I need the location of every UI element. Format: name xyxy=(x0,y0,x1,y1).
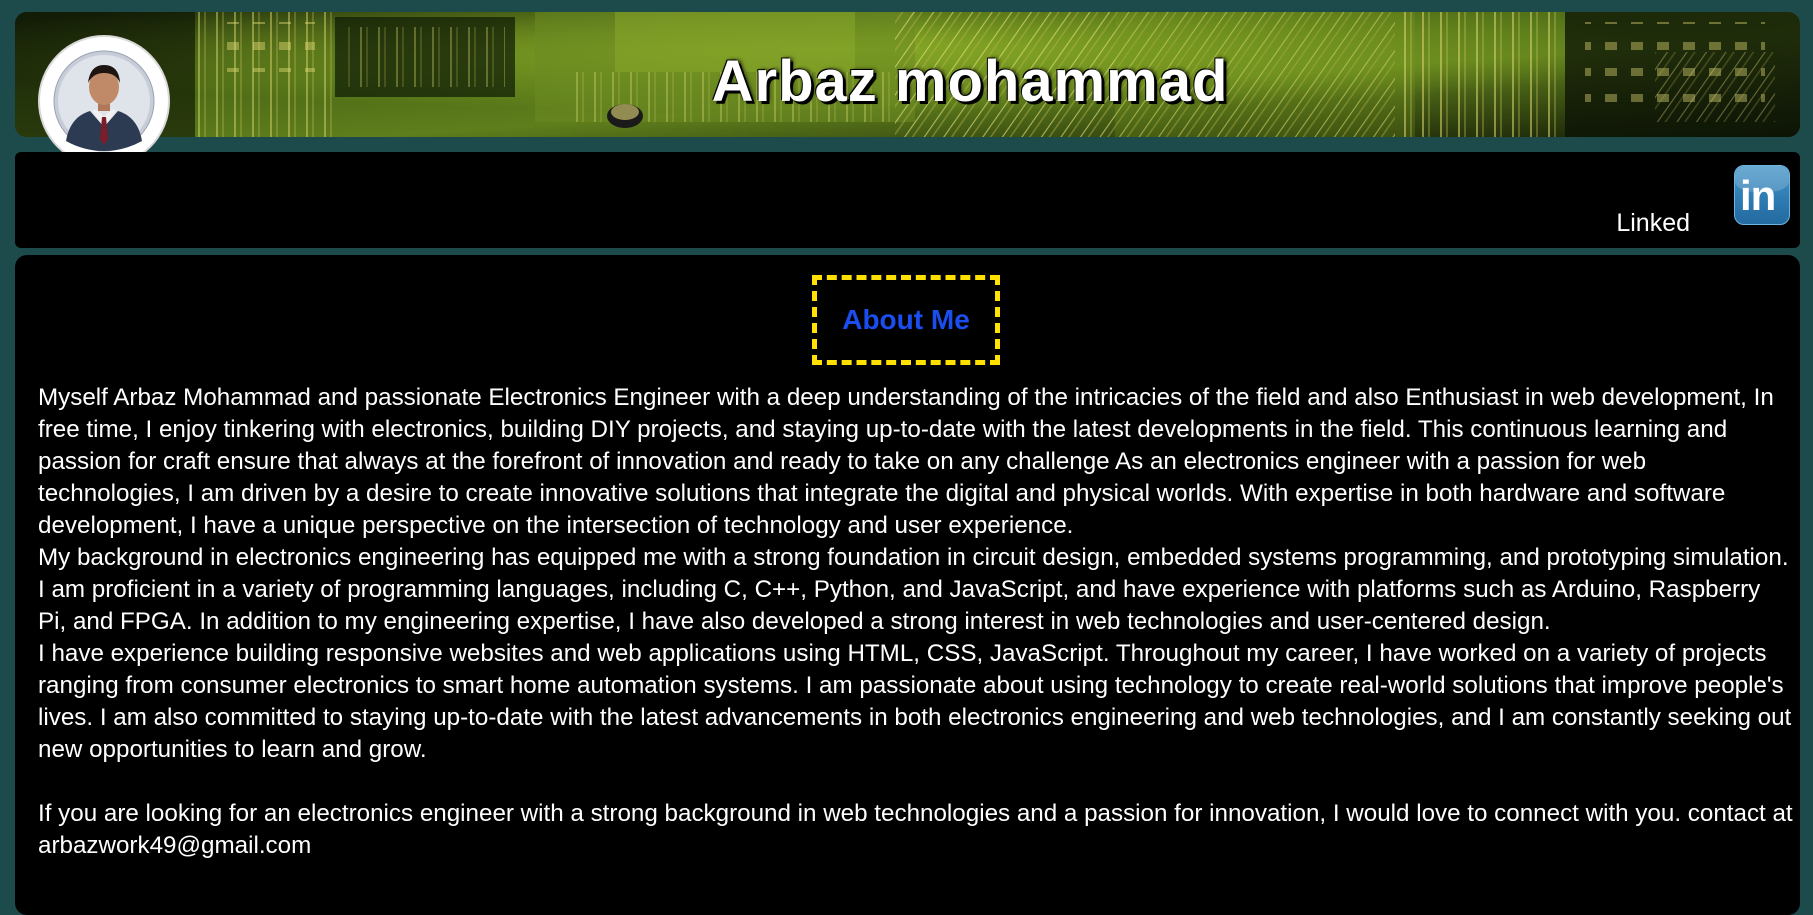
social-nav-bar: Linked in xyxy=(15,152,1800,248)
linkedin-link[interactable]: Linked xyxy=(1616,209,1690,238)
linkedin-icon[interactable]: in xyxy=(1734,165,1790,225)
linkedin-icon-glyph: in xyxy=(1740,172,1776,219)
header-banner xyxy=(15,12,1800,137)
about-contact-paragraph: If you are looking for an electronics en… xyxy=(38,800,1793,859)
about-section: About Me Myself Arbaz Mohammad and passi… xyxy=(15,255,1800,915)
about-paragraph: Myself Arbaz Mohammad and passionate Ele… xyxy=(38,384,1774,539)
about-heading: About Me xyxy=(812,275,1000,365)
about-paragraph: My background in electronics engineering… xyxy=(38,544,1789,635)
about-paragraph: I have experience building responsive we… xyxy=(38,640,1792,763)
about-text: Myself Arbaz Mohammad and passionate Ele… xyxy=(38,382,1793,862)
circuit-board-background xyxy=(15,12,1800,137)
profile-photo xyxy=(53,50,155,152)
avatar xyxy=(38,35,170,167)
